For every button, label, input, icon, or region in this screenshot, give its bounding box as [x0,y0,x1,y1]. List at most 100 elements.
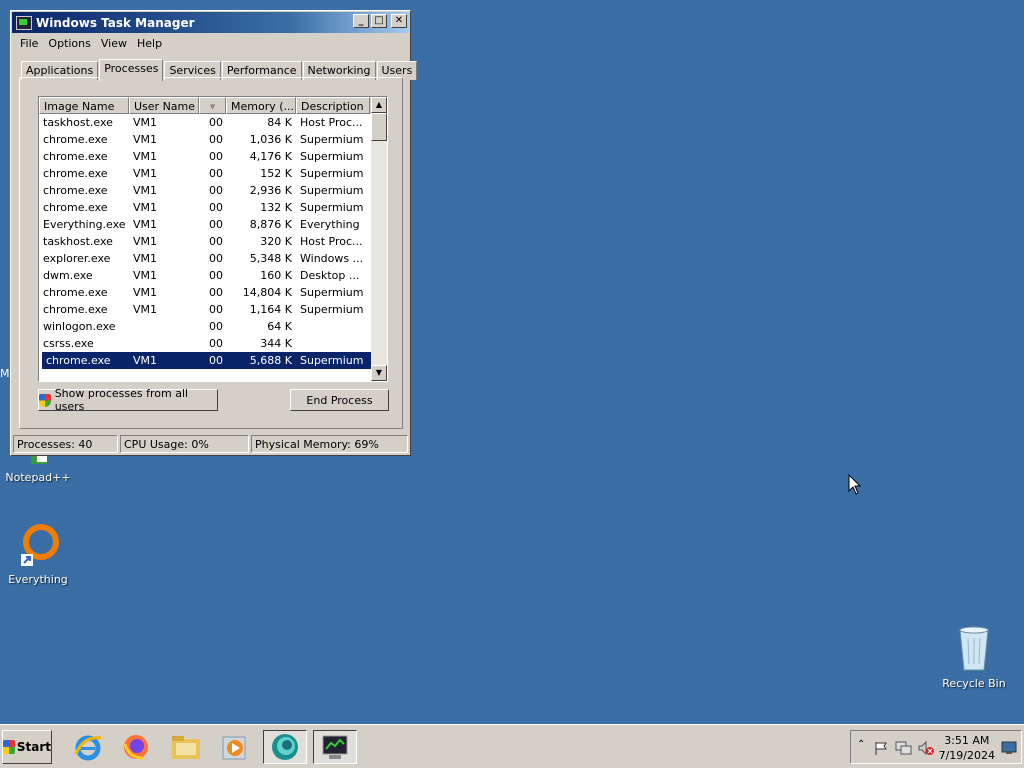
table-row[interactable]: taskhost.exe VM1 00 84 K Host Proc... [39,114,387,131]
table-row[interactable]: winlogon.exe 00 64 K [39,318,387,335]
cell-memory: 8,876 K [249,218,292,231]
cell-memory: 14,804 K [242,286,292,299]
show-all-processes-label: Show processes from all users [54,387,189,413]
table-row[interactable]: taskhost.exe VM1 00 320 K Host Proc... [39,233,387,250]
cell-cpu: 00 [209,133,223,146]
cell-cpu: 00 [209,286,223,299]
list-header: Image Name User Name ▾ Memory (... Descr… [39,97,387,114]
desktop-icon-label: Recycle Bin [942,677,1006,690]
cell-image-name: taskhost.exe [43,116,113,129]
everything-icon [21,524,59,566]
scroll-up-button[interactable]: ▲ [371,97,387,113]
status-processes: Processes: 40 [13,435,118,453]
vertical-scrollbar[interactable]: ▲ ▼ [371,97,387,381]
cell-description: Supermium [300,167,364,180]
cell-image-name: chrome.exe [43,201,108,214]
scroll-down-button[interactable]: ▼ [371,365,387,381]
table-row[interactable]: explorer.exe VM1 00 5,348 K Windows ... [39,250,387,267]
cell-memory: 4,176 K [249,150,292,163]
table-row[interactable]: chrome.exe VM1 00 1,036 K Supermium [39,131,387,148]
cell-memory: 2,936 K [249,184,292,197]
table-row[interactable]: chrome.exe VM1 00 14,804 K Supermium [39,284,387,301]
volume-muted-icon[interactable] [917,740,935,756]
cell-cpu: 00 [209,201,223,214]
column-memory[interactable]: Memory (... [226,97,296,114]
cell-user-name: VM1 [133,303,158,316]
cell-user-name: VM1 [133,184,158,197]
table-row[interactable]: chrome.exe VM1 00 132 K Supermium [39,199,387,216]
cell-user-name: VM1 [133,150,158,163]
action-center-flag-icon[interactable] [873,740,889,756]
cell-cpu: 00 [209,303,223,316]
column-user-name[interactable]: User Name [129,97,199,114]
menu-options[interactable]: Options [43,37,95,50]
cell-description: Desktop ... [300,269,360,282]
cell-memory: 320 K [260,235,292,248]
media-player-icon[interactable] [213,730,257,764]
desktop-icon-label: Notepad++ [5,471,71,484]
start-label: Start [16,740,51,754]
clock[interactable]: 3:51 AM 7/19/2024 [939,733,995,763]
status-bar: Processes: 40 CPU Usage: 0% Physical Mem… [13,435,408,453]
cell-image-name: Everything.exe [43,218,126,231]
task-manager-window[interactable]: Windows Task Manager _ □ ✕ File Options … [10,10,418,456]
table-row[interactable]: csrss.exe 00 344 K [39,335,387,352]
table-row[interactable]: Everything.exe VM1 00 8,876 K Everything [39,216,387,233]
cell-cpu: 00 [209,252,223,265]
cell-user-name: VM1 [133,269,158,282]
table-row[interactable]: dwm.exe VM1 00 160 K Desktop ... [39,267,387,284]
cell-user-name: VM1 [133,167,158,180]
mouse-cursor-icon [848,474,862,495]
cell-description: Windows ... [300,252,364,265]
scroll-thumb[interactable] [371,113,387,141]
table-row[interactable]: chrome.exe VM1 00 2,936 K Supermium [39,182,387,199]
cell-image-name: chrome.exe [43,167,108,180]
cell-description: Supermium [300,286,364,299]
cell-image-name: dwm.exe [43,269,93,282]
column-image-name[interactable]: Image Name [39,97,129,114]
cell-memory: 64 K [267,320,292,333]
desktop-icon-everything[interactable]: Everything [0,522,76,586]
cell-image-name: taskhost.exe [43,235,113,248]
column-cpu[interactable]: ▾ [199,97,226,114]
cell-memory: 152 K [260,167,292,180]
task-manager-icon [16,15,32,30]
cell-image-name: chrome.exe [43,133,108,146]
start-button[interactable]: Start [2,730,52,764]
menu-help[interactable]: Help [132,37,167,50]
cell-memory: 84 K [267,116,292,129]
process-rows: taskhost.exe VM1 00 84 K Host Proc... chrome.… [39,114,387,369]
file-explorer-icon[interactable] [164,730,208,764]
menu-view[interactable]: View [96,37,132,50]
cell-description: Everything [300,218,360,231]
end-process-button[interactable]: End Process [290,389,389,411]
show-desktop-icon[interactable] [1001,741,1017,755]
minimize-button[interactable]: _ [353,14,369,28]
cell-cpu: 00 [209,167,223,180]
cell-image-name: chrome.exe [43,184,108,197]
firefox-icon[interactable] [114,730,158,764]
column-description[interactable]: Description [296,97,370,114]
table-row[interactable]: chrome.exe VM1 00 4,176 K Supermium [39,148,387,165]
desktop-icon-notepadpp[interactable]: Notepad++ [0,452,76,484]
maximize-button[interactable]: □ [371,14,387,28]
title-bar[interactable]: Windows Task Manager _ □ ✕ [12,12,409,33]
chevron-up-icon[interactable]: ⌃ [857,739,865,750]
status-cpu: CPU Usage: 0% [120,435,249,453]
close-button[interactable]: ✕ [391,14,407,28]
table-row[interactable]: chrome.exe VM1 00 1,164 K Supermium [39,301,387,318]
cell-description: Host Proc... [300,116,363,129]
internet-explorer-icon[interactable] [66,730,110,764]
cell-memory: 1,036 K [249,133,292,146]
tab-processes[interactable]: Processes [99,59,164,81]
cell-user-name: VM1 [133,286,158,299]
menu-file[interactable]: File [15,37,43,50]
table-row[interactable]: chrome.exe VM1 00 5,688 K Supermium [42,352,384,369]
process-list[interactable]: Image Name User Name ▾ Memory (... Descr… [38,96,388,382]
desktop-icon-recycle-bin[interactable]: Recycle Bin [936,624,1012,690]
network-icon[interactable] [895,740,913,756]
table-row[interactable]: chrome.exe VM1 00 152 K Supermium [39,165,387,182]
show-all-processes-button[interactable]: Show processes from all users [38,387,218,413]
task-manager-icon[interactable] [313,730,357,764]
supermium-icon[interactable] [263,730,307,764]
